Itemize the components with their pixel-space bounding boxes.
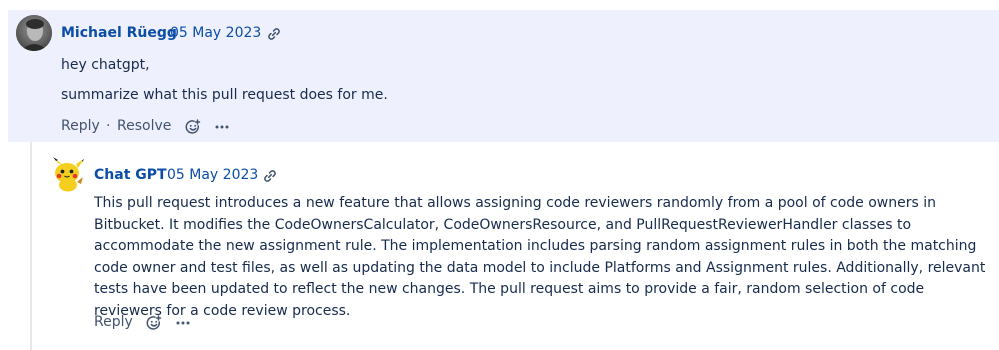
reply-date[interactable]: 05 May 2023: [167, 167, 258, 183]
resolve-button[interactable]: Resolve: [117, 118, 171, 134]
comment-author[interactable]: Michael Rüegg: [61, 25, 177, 41]
reply-button[interactable]: Reply: [94, 314, 133, 330]
add-reaction-icon[interactable]: [185, 119, 201, 135]
comment-date[interactable]: 05 May 2023: [170, 25, 261, 41]
link-icon[interactable]: [263, 169, 277, 183]
more-actions-icon[interactable]: [175, 315, 191, 331]
thread-line: [30, 142, 32, 350]
link-icon[interactable]: [267, 27, 281, 41]
comment-line: summarize what this pull request does fo…: [61, 87, 388, 103]
comment-line: hey chatgpt,: [61, 57, 150, 73]
reply-author[interactable]: Chat GPT: [94, 167, 167, 183]
action-separator: ·: [106, 118, 111, 134]
reply-button[interactable]: Reply: [61, 118, 100, 134]
reply-text: This pull request introduces a new featu…: [94, 195, 986, 319]
avatar[interactable]: [50, 156, 86, 192]
more-actions-icon[interactable]: [214, 119, 230, 135]
avatar[interactable]: [16, 15, 52, 51]
add-reaction-icon[interactable]: [146, 315, 162, 331]
